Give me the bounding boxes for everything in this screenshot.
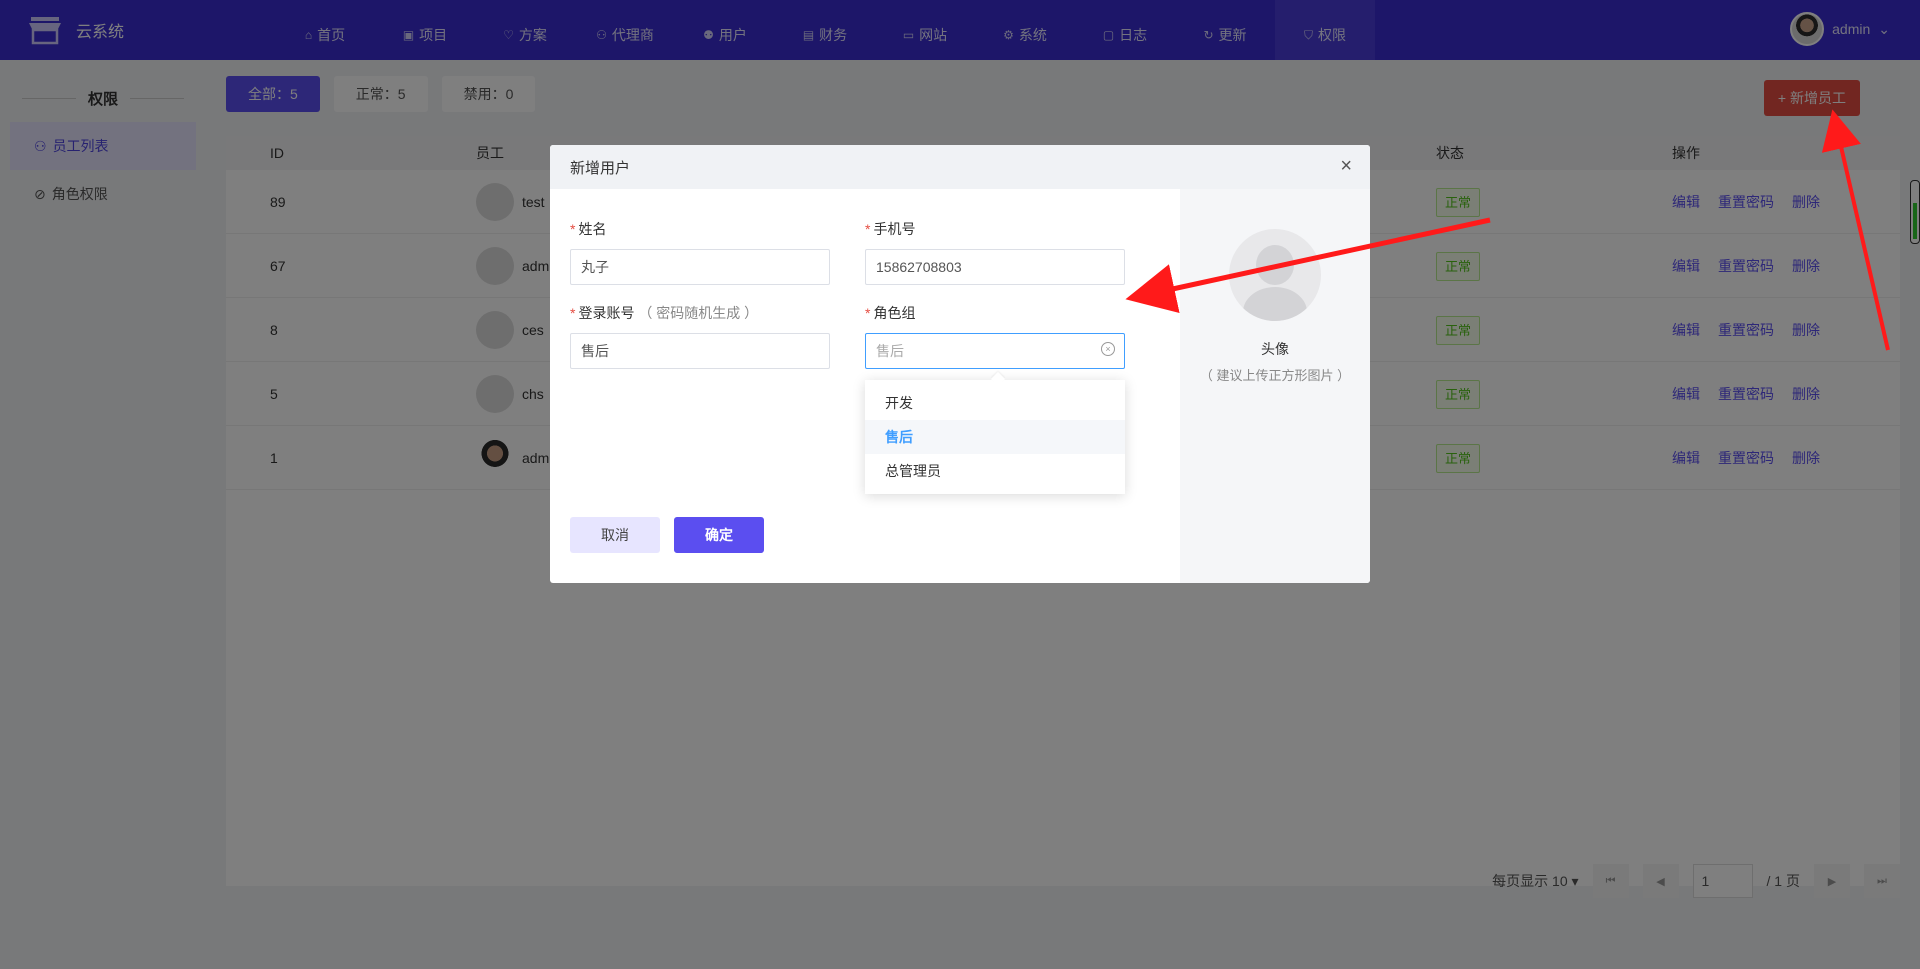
close-icon[interactable]: × <box>1340 155 1352 178</box>
clear-icon[interactable]: × <box>1101 342 1115 356</box>
field-label: * 角色组 <box>865 303 1125 323</box>
name-input[interactable]: 丸子 <box>570 249 830 285</box>
avatar-label: 头像 <box>1261 341 1289 357</box>
name-label: 姓名 <box>578 221 607 237</box>
avatar-upload[interactable]: 头像 （ 建议上传正方形图片 ） <box>1180 189 1370 583</box>
required-mark: * <box>570 221 576 237</box>
name-field: * 姓名 丸子 <box>570 219 830 285</box>
dialog-title: 新增用户 <box>570 159 631 177</box>
cancel-button[interactable]: 取消 <box>570 517 660 553</box>
phone-label: 手机号 <box>873 221 916 237</box>
avatar-placeholder-icon[interactable] <box>1229 229 1321 321</box>
required-mark: * <box>570 305 576 321</box>
required-mark: * <box>865 221 871 237</box>
role-dropdown: 开发 售后 总管理员 <box>865 380 1125 494</box>
dropdown-option-selected[interactable]: 售后 <box>865 420 1125 454</box>
role-select[interactable]: 售后 <box>865 333 1125 369</box>
confirm-button[interactable]: 确定 <box>674 517 764 553</box>
dropdown-option[interactable]: 总管理员 <box>865 454 1125 488</box>
field-label: * 登录账号 （ 密码随机生成 ） <box>570 303 830 323</box>
avatar-hint: （ 建议上传正方形图片 ） <box>1199 368 1351 383</box>
phone-input[interactable]: 15862708803 <box>865 249 1125 285</box>
account-hint: （ 密码随机生成 ） <box>638 305 759 321</box>
add-user-dialog: 新增用户 × * 姓名 丸子 * 手机号 15862708803 * 登录账号 （ 密… <box>550 145 1370 583</box>
account-label: 登录账号 <box>578 305 635 321</box>
role-label: 角色组 <box>873 305 916 321</box>
account-input[interactable]: 售后 <box>570 333 830 369</box>
field-label: * 手机号 <box>865 219 1125 239</box>
dialog-header: 新增用户 × <box>550 145 1370 189</box>
required-mark: * <box>865 305 871 321</box>
phone-field: * 手机号 15862708803 <box>865 219 1125 285</box>
role-field: * 角色组 售后 × <box>865 303 1125 369</box>
dropdown-option[interactable]: 开发 <box>865 386 1125 420</box>
field-label: * 姓名 <box>570 219 830 239</box>
account-field: * 登录账号 （ 密码随机生成 ） 售后 <box>570 303 830 369</box>
